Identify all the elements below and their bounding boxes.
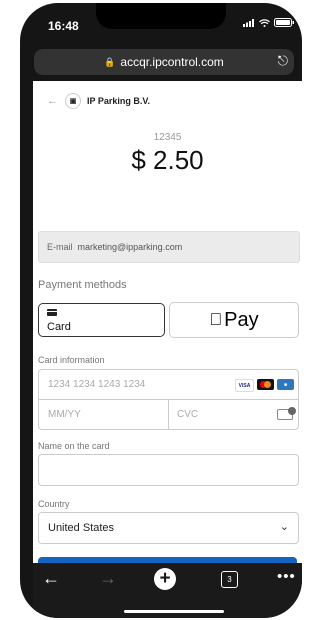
name-on-card-title: Name on the card [38, 441, 110, 451]
forward-icon[interactable]: → [99, 568, 117, 589]
apple-pay-label: Pay [217, 308, 258, 331]
chevron-down-icon: ⌄ [279, 521, 289, 533]
card-number-placeholder: 1234 1234 1243 1234 [48, 379, 146, 390]
card-icon [47, 309, 57, 316]
name-on-card-input[interactable] [38, 454, 299, 486]
merchant-name: IP Parking B.V. [87, 96, 151, 106]
cvc-card-icon [277, 407, 296, 420]
amex-icon: ■ [277, 379, 294, 390]
card-method-button[interactable]: Card [38, 303, 165, 337]
country-value: United States [48, 522, 115, 534]
tabs-button[interactable]: 3 [221, 571, 238, 588]
url-text: accqr.ipcontrol.com [120, 55, 224, 69]
payment-reference: 12345 [153, 132, 182, 143]
email-field[interactable]: E-mail marketing@ipparking.com [38, 231, 300, 263]
visa-icon: VISA [235, 379, 254, 392]
more-icon[interactable]: ••• [277, 568, 296, 585]
email-label: E-mail [47, 242, 73, 252]
back-icon[interactable]: ← [42, 568, 60, 589]
new-tab-icon[interactable]: + [154, 568, 176, 590]
merchant-header: ← ▣ IP Parking B.V. [47, 93, 150, 109]
country-title: Country [38, 499, 70, 509]
phone-frame: 16:48 🔒 accqr.ipcontrol.com ⎋ ← ▣ IP Par… [20, 3, 302, 618]
payment-amount: $ 2.50 [131, 145, 204, 175]
back-arrow-icon[interactable]: ← [47, 95, 58, 107]
apple-logo-icon:  [209, 310, 222, 330]
mastercard-icon [257, 379, 274, 390]
payment-methods-title: Payment methods [38, 279, 127, 291]
signal-icon [243, 18, 254, 27]
wifi-icon [259, 18, 270, 27]
cvc-input[interactable]: CVC [169, 400, 298, 429]
battery-icon [274, 18, 294, 27]
merchant-logo: ▣ [65, 93, 81, 109]
country-select[interactable]: United States ⌄ [38, 512, 299, 544]
card-method-label: Card [47, 321, 71, 333]
share-icon[interactable]: ⎋ [278, 53, 288, 69]
address-bar[interactable]: 🔒 accqr.ipcontrol.com ⎋ [34, 49, 294, 75]
lock-icon: 🔒 [104, 56, 116, 67]
status-time: 16:48 [48, 19, 79, 33]
notch [96, 3, 226, 29]
page-content: ← ▣ IP Parking B.V. 12345 $ 2.50 E-mail … [33, 81, 302, 563]
card-brands: VISA ■ [235, 379, 294, 392]
home-indicator [124, 610, 224, 613]
expiry-placeholder: MM/YY [48, 409, 81, 420]
email-value: marketing@ipparking.com [77, 242, 183, 252]
apple-pay-button[interactable]:  Pay [169, 302, 299, 338]
cvc-placeholder: CVC [177, 409, 199, 420]
card-information-title: Card information [38, 355, 105, 365]
card-number-input[interactable]: 1234 1234 1243 1234 VISA ■ [39, 370, 298, 400]
expiry-input[interactable]: MM/YY [39, 400, 169, 429]
browser-toolbar: ← → + 3 ••• [33, 563, 302, 618]
card-information-box: 1234 1234 1243 1234 VISA ■ MM/YY CVC [38, 369, 299, 430]
